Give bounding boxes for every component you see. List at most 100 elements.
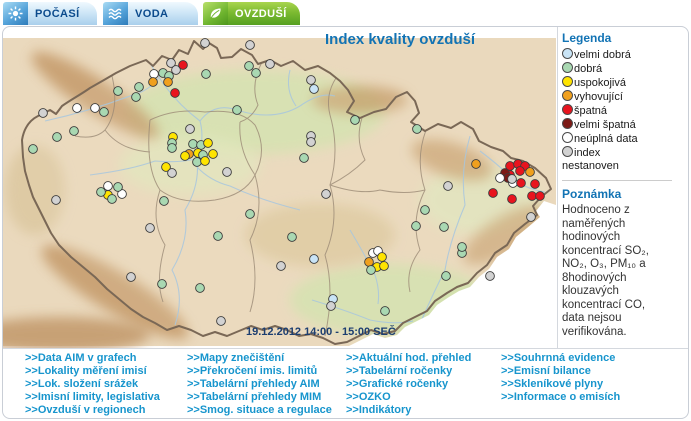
- station-marker[interactable]: [246, 210, 255, 219]
- footer-link[interactable]: >>Lokality měření imisí: [25, 365, 160, 378]
- station-marker[interactable]: [381, 307, 390, 316]
- station-marker[interactable]: [516, 167, 525, 176]
- station-marker[interactable]: [171, 89, 180, 98]
- station-marker[interactable]: [186, 125, 195, 134]
- station-marker[interactable]: [181, 152, 190, 161]
- station-marker[interactable]: [127, 273, 136, 282]
- footer-link[interactable]: >>Smog. situace a regulace: [187, 404, 332, 417]
- footer-link[interactable]: >>OZKO: [346, 391, 471, 404]
- station-marker[interactable]: [135, 83, 144, 92]
- station-marker[interactable]: [310, 85, 319, 94]
- station-marker[interactable]: [327, 302, 336, 311]
- tab-pocasi[interactable]: POČASÍ: [3, 2, 97, 25]
- station-marker[interactable]: [508, 175, 517, 184]
- station-marker[interactable]: [201, 39, 210, 48]
- footer-link[interactable]: >>Lok. složení srážek: [25, 378, 160, 391]
- footer-link[interactable]: >>Souhrnná evidence: [501, 352, 620, 365]
- station-marker[interactable]: [209, 150, 218, 159]
- station-marker[interactable]: [531, 180, 540, 189]
- footer-link[interactable]: >>Tabelární ročenky: [346, 365, 471, 378]
- station-marker[interactable]: [277, 262, 286, 271]
- station-marker[interactable]: [472, 160, 481, 169]
- footer-link[interactable]: >>Ovzduší v regionech: [25, 404, 160, 417]
- station-marker[interactable]: [367, 266, 376, 275]
- station-marker[interactable]: [73, 104, 82, 113]
- station-marker[interactable]: [104, 182, 113, 191]
- station-marker[interactable]: [322, 190, 331, 199]
- station-marker[interactable]: [266, 60, 275, 69]
- station-marker[interactable]: [91, 104, 100, 113]
- station-marker[interactable]: [496, 174, 505, 183]
- station-marker[interactable]: [365, 258, 374, 267]
- station-marker[interactable]: [536, 192, 545, 201]
- station-marker[interactable]: [252, 69, 261, 78]
- footer-link[interactable]: >>Skleníkové plyny: [501, 378, 620, 391]
- station-marker[interactable]: [517, 179, 526, 188]
- station-marker[interactable]: [528, 192, 537, 201]
- station-marker[interactable]: [100, 108, 109, 117]
- station-marker[interactable]: [146, 224, 155, 233]
- station-marker[interactable]: [132, 93, 141, 102]
- station-marker[interactable]: [442, 272, 451, 281]
- station-marker[interactable]: [380, 262, 389, 271]
- footer-link[interactable]: >>Tabelární přehledy MIM: [187, 391, 332, 404]
- station-marker[interactable]: [150, 70, 159, 79]
- station-marker[interactable]: [39, 109, 48, 118]
- tab-ovzdusi[interactable]: OVZDUŠÍ: [203, 2, 300, 25]
- station-marker[interactable]: [223, 168, 232, 177]
- station-marker[interactable]: [189, 140, 198, 149]
- station-marker[interactable]: [53, 133, 62, 142]
- station-marker[interactable]: [440, 223, 449, 232]
- station-marker[interactable]: [351, 116, 360, 125]
- station-marker[interactable]: [526, 168, 535, 177]
- tab-voda[interactable]: VODA: [103, 2, 198, 25]
- station-marker[interactable]: [168, 144, 177, 153]
- footer-link[interactable]: >>Grafické ročenky: [346, 378, 471, 391]
- station-marker[interactable]: [489, 189, 498, 198]
- station-marker[interactable]: [307, 76, 316, 85]
- station-marker[interactable]: [486, 272, 495, 281]
- station-marker[interactable]: [29, 145, 38, 154]
- footer-link[interactable]: >>Aktuální hod. přehled: [346, 352, 471, 365]
- station-marker[interactable]: [204, 139, 213, 148]
- station-marker[interactable]: [158, 280, 167, 289]
- station-marker[interactable]: [108, 195, 117, 204]
- station-marker[interactable]: [114, 87, 123, 96]
- footer-link[interactable]: >>Emisní bilance: [501, 365, 620, 378]
- station-marker[interactable]: [310, 255, 319, 264]
- footer-link[interactable]: >>Tabelární přehledy AIM: [187, 378, 332, 391]
- station-marker[interactable]: [233, 106, 242, 115]
- station-marker[interactable]: [245, 62, 254, 71]
- footer-link[interactable]: >>Indikátory: [346, 404, 471, 417]
- czech-republic-map-svg[interactable]: [3, 38, 556, 348]
- station-marker[interactable]: [300, 154, 309, 163]
- station-marker[interactable]: [458, 243, 467, 252]
- station-marker[interactable]: [52, 196, 61, 205]
- footer-link[interactable]: >>Data AIM v grafech: [25, 352, 160, 365]
- station-marker[interactable]: [288, 233, 297, 242]
- footer-link[interactable]: >>Imisní limity, legislativa: [25, 391, 160, 404]
- station-marker[interactable]: [246, 41, 255, 50]
- station-marker[interactable]: [114, 183, 123, 192]
- station-marker[interactable]: [70, 127, 79, 136]
- footer-link[interactable]: >>Překročení imis. limitů: [187, 365, 332, 378]
- station-marker[interactable]: [202, 70, 211, 79]
- station-marker[interactable]: [201, 157, 210, 166]
- station-marker[interactable]: [217, 317, 226, 326]
- station-marker[interactable]: [97, 188, 106, 197]
- footer-link[interactable]: >>Mapy znečištění: [187, 352, 332, 365]
- station-marker[interactable]: [378, 253, 387, 262]
- station-marker[interactable]: [160, 197, 169, 206]
- station-marker[interactable]: [412, 222, 421, 231]
- station-marker[interactable]: [527, 213, 536, 222]
- station-marker[interactable]: [444, 182, 453, 191]
- station-marker[interactable]: [214, 232, 223, 241]
- station-marker[interactable]: [164, 78, 173, 87]
- station-marker[interactable]: [413, 125, 422, 134]
- station-marker[interactable]: [421, 206, 430, 215]
- station-marker[interactable]: [179, 61, 188, 70]
- station-marker[interactable]: [508, 195, 517, 204]
- station-marker[interactable]: [168, 169, 177, 178]
- station-marker[interactable]: [193, 158, 202, 167]
- footer-link[interactable]: >>Informace o emisích: [501, 391, 620, 404]
